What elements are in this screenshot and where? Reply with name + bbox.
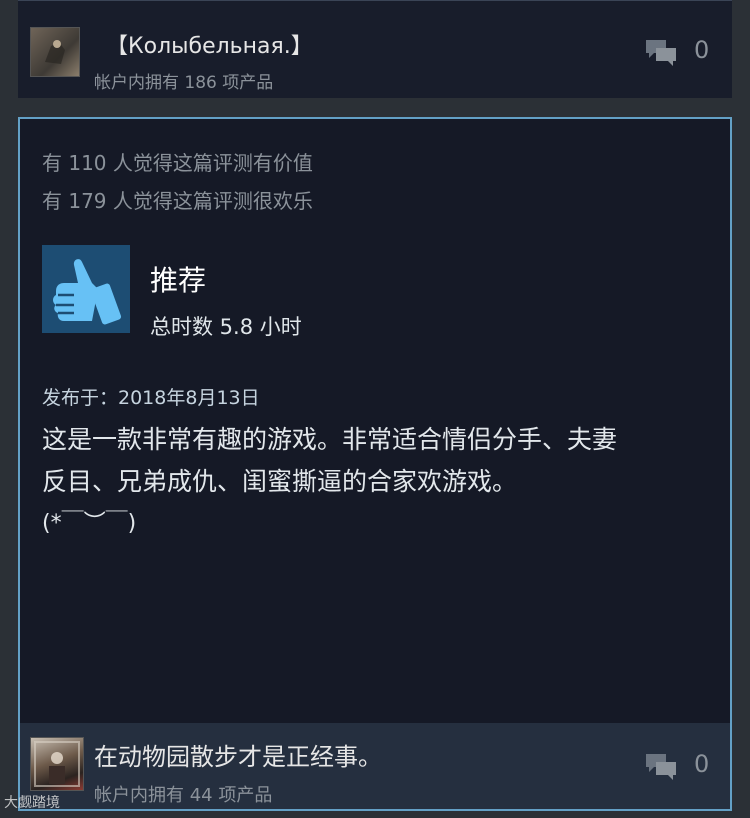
posted-date: 发布于：2018年8月13日 bbox=[42, 387, 260, 409]
review-text-line: (*￣︶￣) bbox=[42, 511, 137, 536]
avatar[interactable] bbox=[30, 737, 84, 791]
comment-count[interactable]: 0 bbox=[694, 750, 709, 778]
author-name[interactable]: 在动物园散步才是正经事。 bbox=[94, 737, 382, 772]
helpful-count: 有 110 人觉得这篇评测有价值 bbox=[42, 151, 313, 175]
products-owned: 帐户内拥有 44 项产品 bbox=[94, 785, 273, 806]
thumbs-up-icon bbox=[42, 245, 130, 333]
recommendation-title[interactable]: 推荐 bbox=[150, 259, 206, 299]
hours-played: 总时数 5.8 小时 bbox=[150, 315, 302, 339]
review-author-bar: 在动物园散步才是正经事。 帐户内拥有 44 项产品 0 bbox=[20, 723, 730, 809]
review-text-line: 这是一款非常有趣的游戏。非常适合情侣分手、夫妻 bbox=[42, 425, 618, 454]
review-card: 有 110 人觉得这篇评测有价值 有 179 人觉得这篇评测很欢乐 推荐 总时数… bbox=[18, 117, 732, 811]
review-text-line: 反目、兄弟成仇、闺蜜撕逼的合家欢游戏。 bbox=[42, 467, 518, 496]
products-owned: 帐户内拥有 186 项产品 bbox=[94, 73, 274, 93]
comment-icon[interactable] bbox=[644, 37, 678, 67]
watermark: 大觑踏境 bbox=[4, 795, 60, 811]
comment-icon[interactable] bbox=[644, 751, 678, 781]
author-name[interactable]: 【Колыбельная.】 bbox=[106, 28, 313, 60]
avatar[interactable] bbox=[30, 27, 80, 77]
comment-count[interactable]: 0 bbox=[694, 36, 709, 64]
review-text: 这是一款非常有趣的游戏。非常适合情侣分手、夫妻 反目、兄弟成仇、闺蜜撕逼的合家欢… bbox=[42, 419, 702, 545]
funny-count: 有 179 人觉得这篇评测很欢乐 bbox=[42, 189, 313, 213]
previous-review-author-bar: 【Колыбельная.】 帐户内拥有 186 项产品 0 bbox=[18, 0, 732, 98]
